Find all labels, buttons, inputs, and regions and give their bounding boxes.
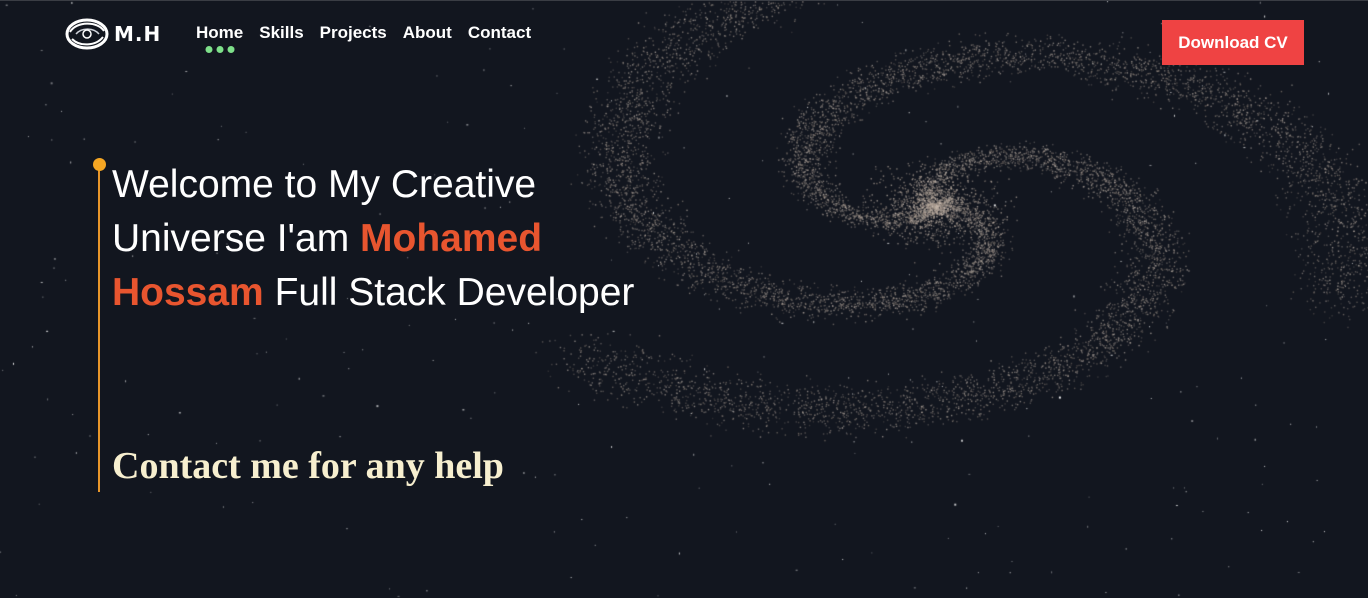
timeline-dot xyxy=(93,158,106,171)
headline-line-1: Welcome to My Creative xyxy=(112,163,537,206)
nav-link-home-label: Home xyxy=(196,23,244,42)
nav-link-about[interactable]: About xyxy=(403,22,452,44)
headline-line-2-prefix: Universe I'am xyxy=(112,217,361,260)
nav-link-projects[interactable]: Projects xyxy=(320,22,387,44)
active-dot xyxy=(227,46,235,53)
logo-text: M.H xyxy=(114,22,162,46)
navbar: M.H Home Skills Projects About Contact D… xyxy=(0,1,1368,71)
main-nav: Home Skills Projects About Contact xyxy=(196,22,531,53)
headline-role: Full Stack Developer xyxy=(263,271,635,314)
page: M.H Home Skills Projects About Contact D… xyxy=(0,0,1368,598)
nav-link-skills[interactable]: Skills xyxy=(259,22,303,44)
hero-tagline: Contact me for any help xyxy=(112,445,504,487)
timeline-line xyxy=(98,164,100,492)
nav-link-home[interactable]: Home xyxy=(196,22,244,53)
logo-swirl-icon xyxy=(65,18,109,50)
logo-link[interactable]: M.H xyxy=(64,17,161,51)
active-indicator xyxy=(205,46,235,53)
hero-headline: Welcome to My Creative Universe I'am Moh… xyxy=(112,158,672,320)
active-dot xyxy=(216,46,224,53)
nav-link-contact[interactable]: Contact xyxy=(468,22,531,44)
download-cv-button[interactable]: Download CV xyxy=(1162,20,1304,65)
active-dot xyxy=(205,46,213,53)
